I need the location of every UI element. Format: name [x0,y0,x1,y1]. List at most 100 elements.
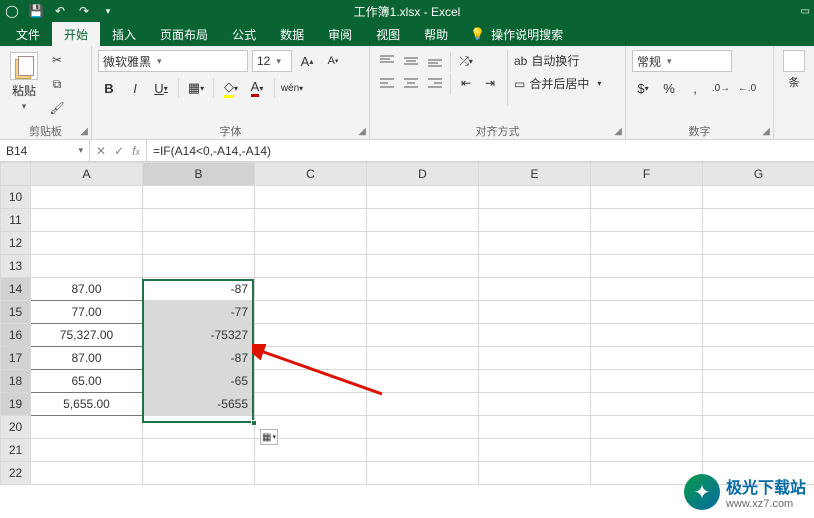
cell[interactable] [703,416,814,439]
increase-decimal-button[interactable]: .0→ [710,78,732,98]
cell[interactable] [31,186,143,209]
cell[interactable] [367,370,479,393]
tell-me-search[interactable]: 💡 操作说明搜索 [460,22,573,46]
cell[interactable] [255,301,367,324]
cell[interactable] [31,209,143,232]
align-top-button[interactable] [376,52,398,70]
cell[interactable] [255,393,367,416]
comma-format-button[interactable]: , [684,78,706,98]
cell[interactable] [591,301,703,324]
cell[interactable] [143,209,255,232]
cell[interactable] [31,416,143,439]
cell[interactable]: -5655 [143,393,255,416]
cell[interactable] [591,370,703,393]
col-header-A[interactable]: A [31,163,143,186]
row-header[interactable]: 13 [1,255,31,278]
cell[interactable] [143,255,255,278]
fill-color-button[interactable]: ◇▾ [220,78,242,98]
accounting-format-button[interactable]: $▾ [632,78,654,98]
cell[interactable] [367,209,479,232]
cell[interactable]: -75327 [143,324,255,347]
cell[interactable] [367,232,479,255]
tab-home[interactable]: 开始 [52,22,100,46]
row-header[interactable]: 21 [1,439,31,462]
col-header-E[interactable]: E [479,163,591,186]
cell[interactable] [591,439,703,462]
dialog-launcher-icon[interactable]: ◢ [762,126,770,137]
col-header-F[interactable]: F [591,163,703,186]
cell[interactable] [31,439,143,462]
cell[interactable] [255,278,367,301]
cell[interactable] [143,232,255,255]
tab-help[interactable]: 帮助 [412,22,460,46]
cell[interactable]: -65 [143,370,255,393]
cell[interactable] [591,324,703,347]
cell[interactable] [367,255,479,278]
row-header[interactable]: 19 [1,393,31,416]
cell[interactable] [479,301,591,324]
formula-input[interactable]: =IF(A14<0,-A14,-A14) [147,140,814,161]
cell[interactable]: -87 [143,278,255,301]
cell[interactable] [367,462,479,485]
cell[interactable] [143,416,255,439]
format-painter-button[interactable]: 🖌 [46,98,68,118]
copy-button[interactable]: ⧉ [46,74,68,94]
cell[interactable] [143,186,255,209]
cell[interactable] [591,186,703,209]
cell[interactable] [255,324,367,347]
cell[interactable]: 5,655.00 [31,393,143,416]
align-bottom-button[interactable] [424,52,446,70]
cell[interactable] [703,255,814,278]
row-header[interactable]: 12 [1,232,31,255]
cell[interactable] [479,370,591,393]
cell[interactable] [703,209,814,232]
align-middle-button[interactable] [400,52,422,70]
cell[interactable] [703,393,814,416]
phonetic-button[interactable]: wén▾ [281,78,303,98]
tab-formulas[interactable]: 公式 [220,22,268,46]
tab-data[interactable]: 数据 [268,22,316,46]
borders-button[interactable]: ▦▾ [185,78,207,98]
cell[interactable] [255,209,367,232]
cell[interactable]: 87.00 [31,278,143,301]
row-header[interactable]: 15 [1,301,31,324]
cell[interactable] [479,324,591,347]
col-header-C[interactable]: C [255,163,367,186]
cell[interactable] [703,186,814,209]
font-color-button[interactable]: A▾ [246,78,268,98]
percent-format-button[interactable]: % [658,78,680,98]
merge-center-button[interactable]: ▭合并后居中▾ [514,75,601,92]
row-header[interactable]: 10 [1,186,31,209]
cell[interactable] [591,209,703,232]
font-size-combo[interactable]: 12▾ [252,50,292,72]
bold-button[interactable]: B [98,78,120,98]
cell[interactable]: 75,327.00 [31,324,143,347]
select-all-corner[interactable] [1,163,31,186]
cell[interactable] [703,370,814,393]
redo-icon[interactable]: ↷ [76,3,92,19]
cell[interactable]: -87 [143,347,255,370]
cell[interactable] [143,462,255,485]
cell[interactable] [479,278,591,301]
col-header-D[interactable]: D [367,163,479,186]
cell[interactable] [479,209,591,232]
increase-indent-button[interactable]: ⇥ [479,74,501,92]
tab-insert[interactable]: 插入 [100,22,148,46]
cell[interactable] [255,370,367,393]
paste-button[interactable]: 粘贴 ▾ [6,50,42,114]
conditional-formatting-button[interactable]: 条 [783,50,805,90]
col-header-B[interactable]: B [143,163,255,186]
cell[interactable] [591,232,703,255]
row-header[interactable]: 17 [1,347,31,370]
decrease-font-button[interactable]: A▾ [322,51,344,71]
cell[interactable]: -77 [143,301,255,324]
align-left-button[interactable] [376,74,398,92]
col-header-G[interactable]: G [703,163,814,186]
ribbon-display-icon[interactable]: ▭ [801,6,810,17]
worksheet-grid[interactable]: A B C D E F G 101112131487.00-871577.00-… [0,162,814,476]
cell[interactable]: 87.00 [31,347,143,370]
tab-review[interactable]: 审阅 [316,22,364,46]
cell[interactable] [367,393,479,416]
cell[interactable] [367,301,479,324]
dialog-launcher-icon[interactable]: ◢ [614,126,622,137]
